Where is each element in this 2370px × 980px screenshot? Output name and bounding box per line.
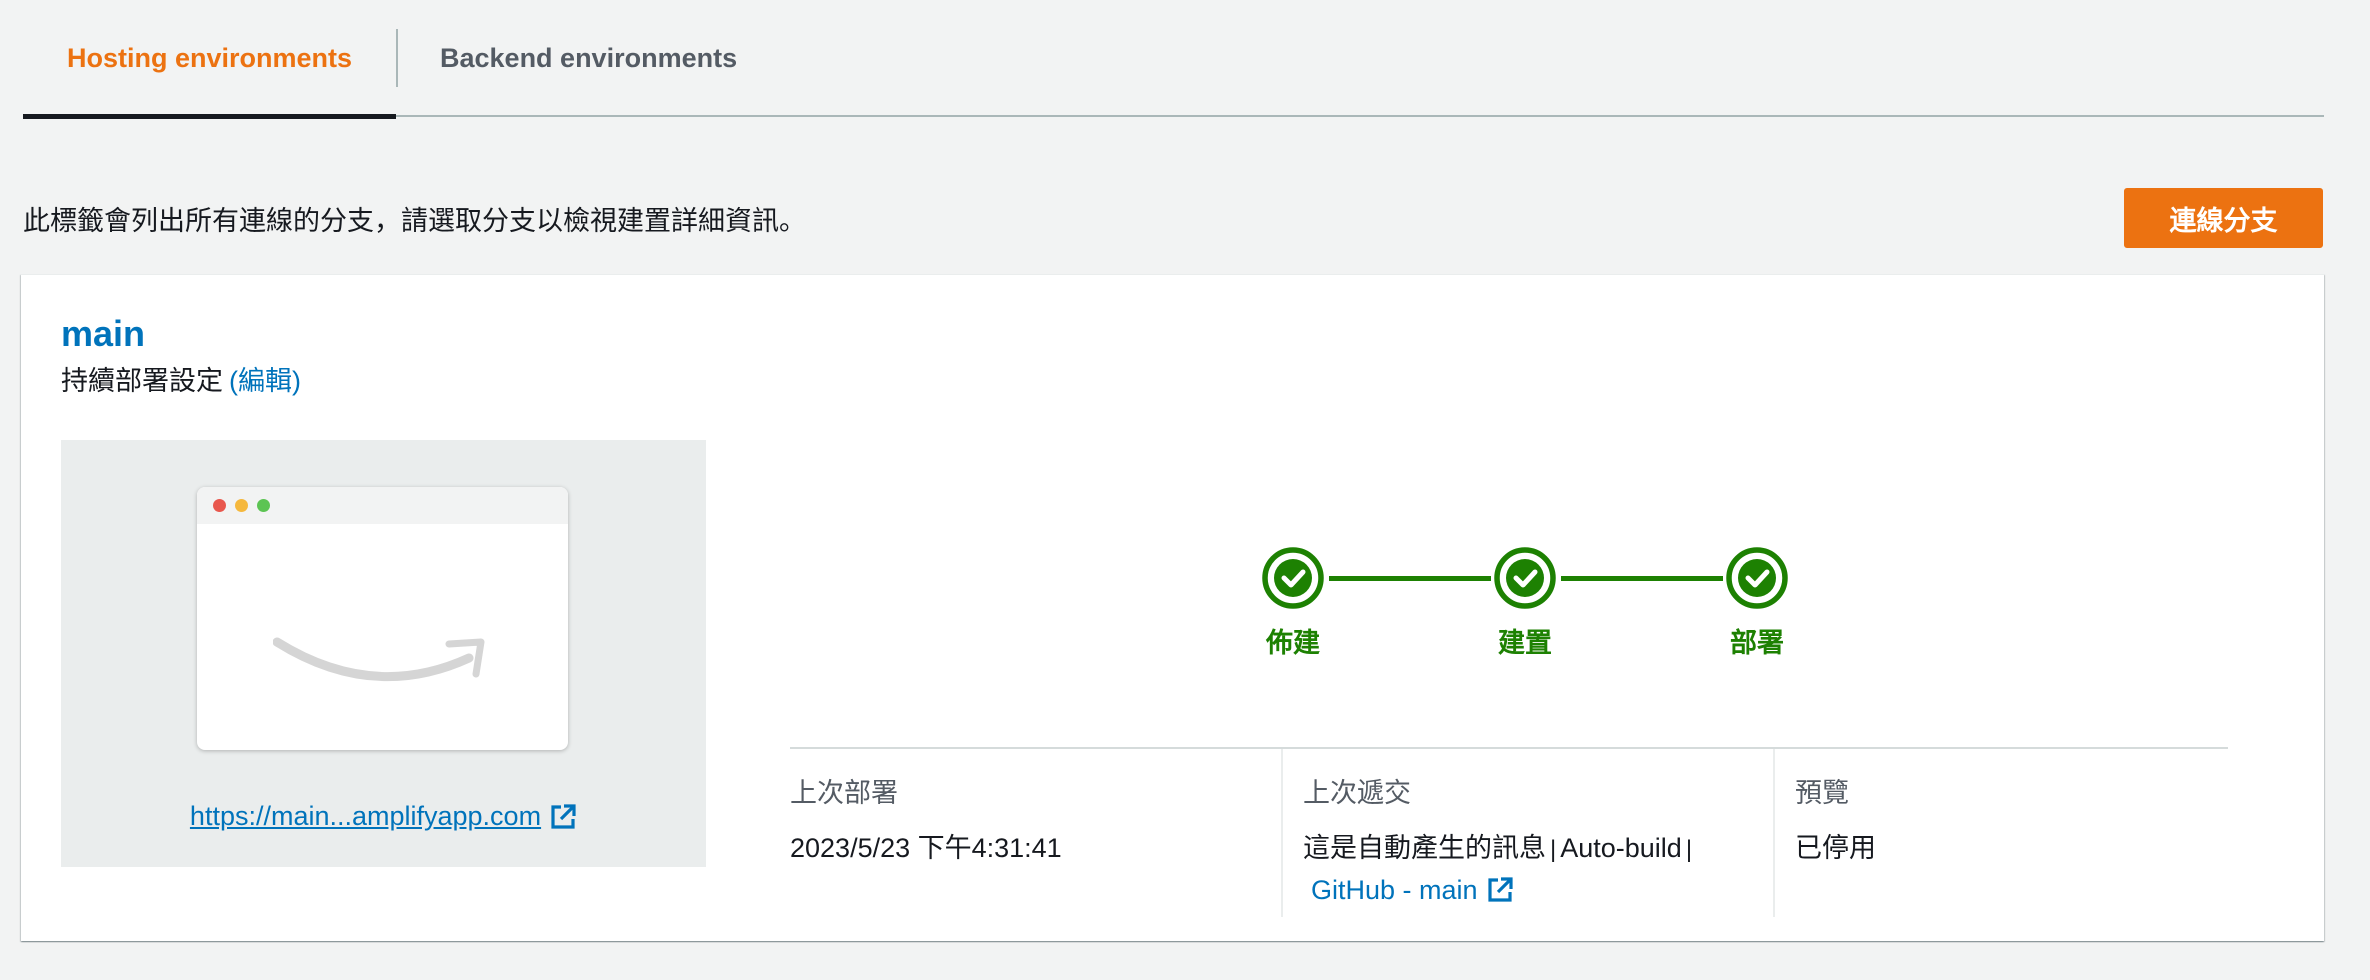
check-circle-icon: [1262, 547, 1324, 609]
tab-backend-environments[interactable]: Backend environments: [398, 0, 779, 117]
commit-message: 這是自動產生的訊息: [1303, 833, 1546, 863]
pipeline-step-label: 佈建: [1266, 628, 1320, 658]
branch-details: 上次部署 2023/5/23 下午4:31:41 上次遞交 這是自動產生的訊息 |…: [790, 747, 2228, 917]
window-maximize-dot-icon: [257, 499, 270, 512]
branch-card: main 持續部署設定 (編輯) https://main...amplifya…: [21, 274, 2324, 941]
last-commit-value: 這是自動產生的訊息 | Auto-build | GitHub - main: [1303, 828, 1773, 910]
last-commit-column: 上次遞交 這是自動產生的訊息 | Auto-build | GitHub - main: [1283, 749, 1775, 917]
preview-url-link[interactable]: https://main...amplifyapp.com: [61, 801, 706, 832]
commit-type: Auto-build: [1560, 833, 1682, 863]
external-link-icon: [1487, 877, 1513, 902]
separator: |: [1550, 836, 1557, 863]
pipeline-step-label: 部署: [1730, 628, 1784, 658]
window-minimize-dot-icon: [235, 499, 248, 512]
branch-name-link[interactable]: main: [61, 313, 145, 355]
preview-column: 預覽 已停用: [1775, 749, 2228, 917]
build-pipeline: 佈建 建置 部署: [1243, 545, 1803, 665]
connect-branch-button[interactable]: 連線分支: [2124, 188, 2323, 248]
github-repo-link[interactable]: GitHub - main: [1303, 870, 1514, 910]
last-deploy-value: 2023/5/23 下午4:31:41: [790, 833, 1062, 863]
preview-url-text: https://main...amplifyapp.com: [189, 801, 542, 831]
pipeline-step-label: 建置: [1498, 628, 1552, 658]
pipeline-step-deploy: 部署: [1707, 545, 1807, 660]
continuous-deploy-row: 持續部署設定 (編輯): [61, 359, 301, 398]
preview-status-value: 已停用: [1795, 833, 1876, 863]
check-circle-icon: [1726, 547, 1788, 609]
external-link-icon: [551, 803, 576, 829]
pipeline-step-provision: 佈建: [1243, 545, 1343, 660]
intro-text: 此標籤會列出所有連線的分支，請選取分支以檢視建置詳細資訊。: [23, 206, 806, 236]
edit-link[interactable]: (編輯): [229, 359, 301, 398]
check-circle-icon: [1494, 547, 1556, 609]
pipeline-step-build: 建置: [1475, 545, 1575, 660]
site-preview-panel: https://main...amplifyapp.com: [61, 440, 706, 867]
continuous-deploy-label: 持續部署設定: [61, 366, 223, 396]
browser-titlebar: [197, 487, 568, 524]
amazon-smile-logo-icon: [273, 637, 485, 682]
preview-label: 預覽: [1795, 778, 1849, 808]
pipeline-connector: [1329, 576, 1491, 581]
environment-tabs: Hosting environments Backend environment…: [23, 0, 2324, 119]
last-deploy-column: 上次部署 2023/5/23 下午4:31:41: [790, 749, 1283, 917]
separator: |: [1685, 836, 1693, 863]
last-commit-label: 上次遞交: [1303, 778, 1411, 808]
last-deploy-label: 上次部署: [790, 778, 898, 808]
browser-thumbnail: [197, 487, 568, 750]
github-repo-link-text: GitHub - main: [1311, 875, 1478, 905]
pipeline-connector: [1561, 576, 1723, 581]
tab-hosting-environments[interactable]: Hosting environments: [23, 0, 396, 119]
window-close-dot-icon: [213, 499, 226, 512]
